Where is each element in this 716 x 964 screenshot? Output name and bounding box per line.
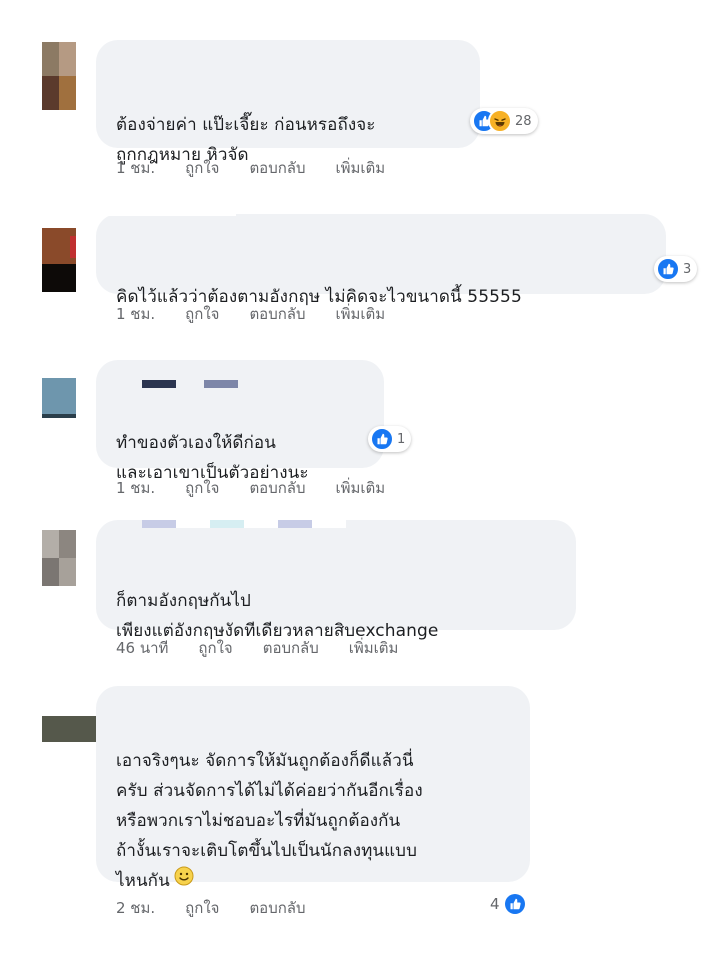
name-redacted xyxy=(142,520,346,532)
reply-button[interactable]: ตอบกลับ xyxy=(249,896,305,920)
comment-bubble: คิดไว้แล้วว่าต้องตามอังกฤษ ไม่คิดจะไวขนา… xyxy=(96,208,666,307)
like-icon xyxy=(370,427,394,451)
timestamp[interactable]: 2 ชม. xyxy=(116,896,155,920)
timestamp[interactable]: 1 ชม. xyxy=(116,302,155,326)
more-button[interactable]: เพิ่มเติม xyxy=(336,156,386,180)
avatar[interactable] xyxy=(42,42,76,110)
comment-text: เอาจริงๆนะ จัดการให้มันถูกต้องก็ดีแล้วนี… xyxy=(116,716,423,896)
timestamp[interactable]: 1 ชม. xyxy=(116,156,155,180)
name-redacted xyxy=(142,380,238,392)
reaction-summary[interactable]: 1 xyxy=(368,426,412,452)
like-button[interactable]: ถูกใจ xyxy=(198,636,232,660)
comment-text: ทำของตัวเองให้ดีก่อน และเอาเขาเป็นตัวอย่า… xyxy=(116,433,309,483)
comment-bubble: ก็ตามอังกฤษกันไป เพียงแต่อังกฤษงัดทีเดียว… xyxy=(96,520,576,641)
reaction-summary[interactable]: 28 xyxy=(470,108,538,134)
like-count-number: 4 xyxy=(490,895,500,913)
like-button[interactable]: ถูกใจ xyxy=(185,302,219,326)
like-button[interactable]: ถูกใจ xyxy=(185,156,219,180)
like-icon xyxy=(504,894,525,914)
avatar[interactable] xyxy=(42,530,76,586)
comment-actions: 1 ชม. ถูกใจ ตอบกลับ เพิ่มเติม xyxy=(116,302,415,326)
avatar[interactable] xyxy=(42,228,76,292)
like-button[interactable]: ถูกใจ xyxy=(185,896,219,920)
reaction-count: 28 xyxy=(515,113,532,129)
comment-bubble: เอาจริงๆนะ จัดการให้มันถูกต้องก็ดีแล้วนี… xyxy=(96,686,530,891)
reaction-count: 3 xyxy=(683,261,692,277)
more-button[interactable]: เพิ่มเติม xyxy=(336,302,386,326)
avatar[interactable] xyxy=(42,378,76,418)
haha-icon xyxy=(488,109,512,133)
name-redacted xyxy=(106,208,236,220)
comment-bubble: ทำของตัวเองให้ดีก่อน และเอาเขาเป็นตัวอย่า… xyxy=(96,360,384,483)
comment-bubble: ต้องจ่ายค่า แป๊ะเจี๊ยะ ก่อนหรอถึงจะ ถูกกฎ… xyxy=(96,40,480,165)
like-count[interactable]: 4 xyxy=(490,894,525,914)
comment-actions: 1 ชม. ถูกใจ ตอบกลับ เพิ่มเติม xyxy=(116,156,415,180)
reply-button[interactable]: ตอบกลับ xyxy=(263,636,319,660)
more-button[interactable]: เพิ่มเติม xyxy=(336,476,386,500)
like-button[interactable]: ถูกใจ xyxy=(185,476,219,500)
like-icon xyxy=(656,257,680,281)
more-button[interactable]: เพิ่มเติม xyxy=(349,636,399,660)
timestamp[interactable]: 1 ชม. xyxy=(116,476,155,500)
comment-text: ก็ตามอังกฤษกันไป เพียงแต่อังกฤษงัดทีเดียว… xyxy=(116,591,439,641)
comment-actions: 1 ชม. ถูกใจ ตอบกลับ เพิ่มเติม xyxy=(116,476,415,500)
reaction-summary[interactable]: 3 xyxy=(654,256,698,282)
reply-button[interactable]: ตอบกลับ xyxy=(249,476,305,500)
timestamp[interactable]: 46 นาที xyxy=(116,636,168,660)
reaction-count: 1 xyxy=(397,431,406,447)
reply-button[interactable]: ตอบกลับ xyxy=(249,302,305,326)
comment-actions: 2 ชม. ถูกใจ ตอบกลับ xyxy=(116,896,336,920)
reply-button[interactable]: ตอบกลับ xyxy=(249,156,305,180)
smile-emoji xyxy=(174,866,194,896)
comment-actions: 46 นาที ถูกใจ ตอบกลับ เพิ่มเติม xyxy=(116,636,428,660)
